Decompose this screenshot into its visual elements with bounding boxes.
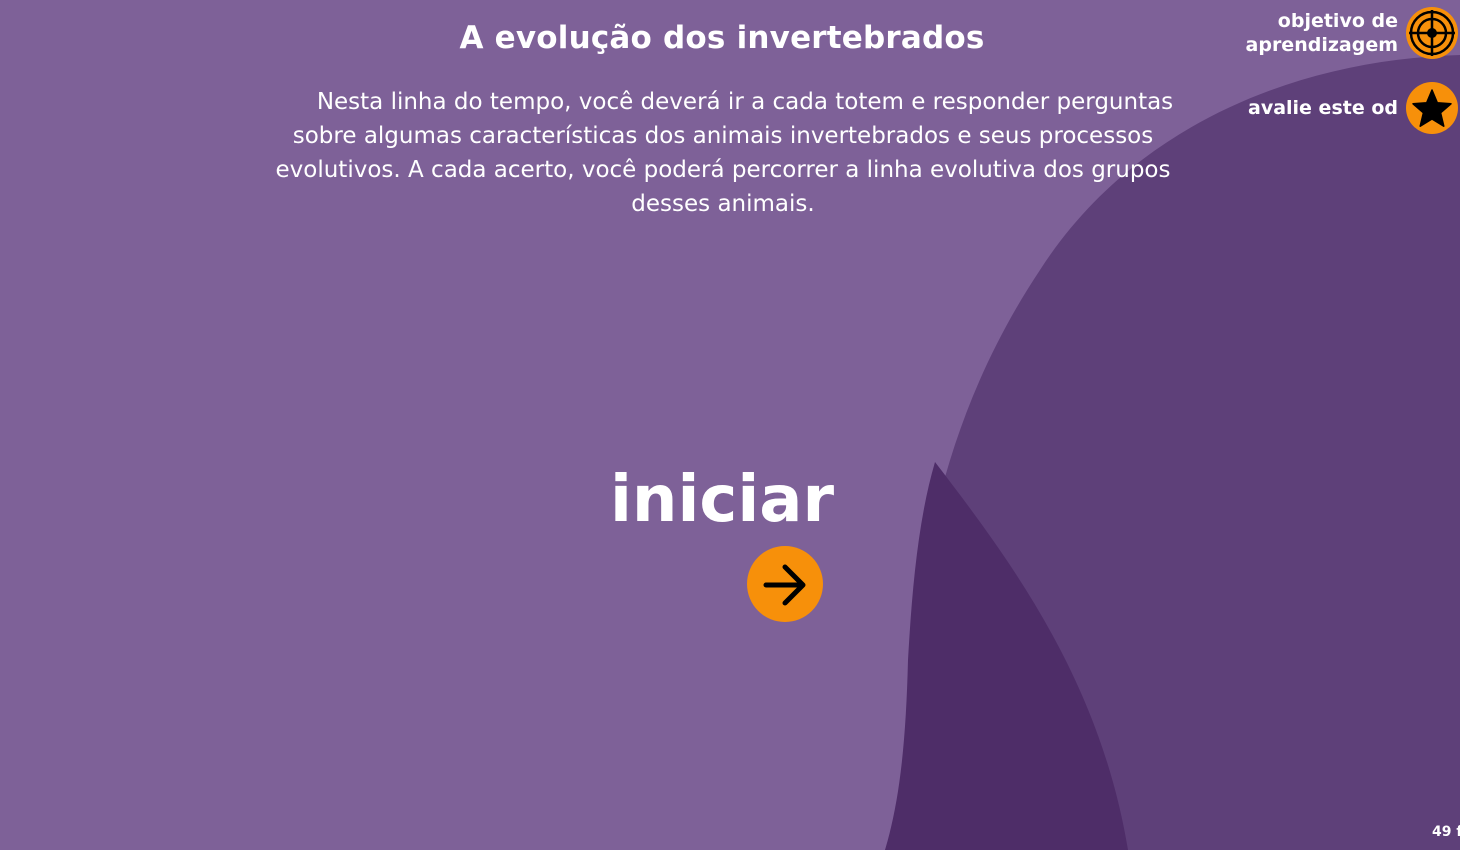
corner-counter: 49 f [1432, 824, 1460, 840]
star-icon [1406, 82, 1458, 134]
learning-objective-label: objetivo de aprendizagem [1245, 10, 1398, 56]
rate-od-button[interactable]: avalie este od [1208, 82, 1460, 134]
learning-objective-button[interactable]: objetivo de aprendizagem [1208, 7, 1460, 59]
target-icon [1406, 7, 1458, 59]
arrow-right-icon [763, 564, 806, 606]
start-button[interactable] [747, 546, 823, 622]
intro-text: Nesta linha do tempo, você deverá ir a c… [275, 89, 1174, 217]
start-screen: A evolução dos invertebrados Nesta linha… [0, 0, 1460, 850]
rate-od-label: avalie este od [1248, 97, 1398, 119]
start-label[interactable]: iniciar [600, 458, 844, 542]
